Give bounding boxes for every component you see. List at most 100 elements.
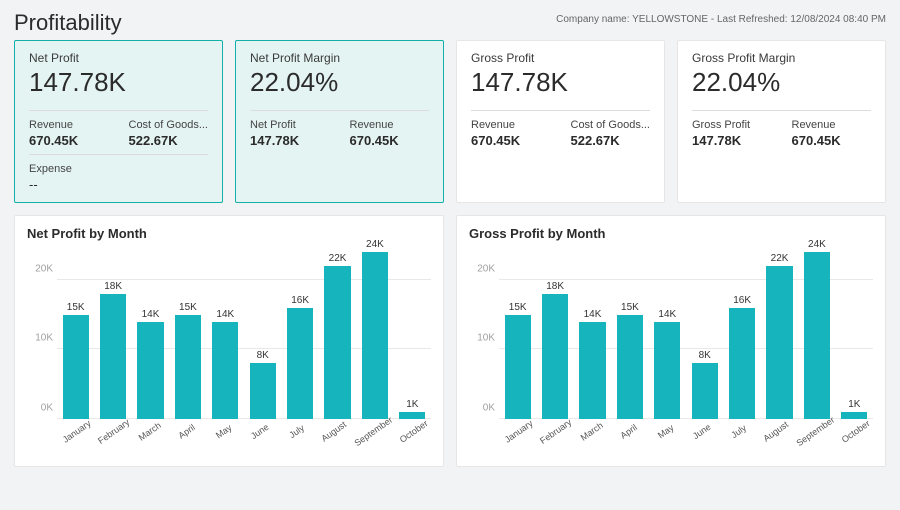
sub-value: 522.67K	[129, 133, 209, 148]
bar-column: 14K	[132, 309, 169, 419]
bar-column: 22K	[319, 253, 356, 419]
chart-net-profit-by-month[interactable]: Net Profit by Month 0K10K20K 15K18K14K15…	[14, 215, 444, 467]
data-label: 14K	[658, 309, 676, 320]
data-label: 14K	[584, 309, 602, 320]
bar[interactable]	[399, 412, 425, 419]
bars: 15K18K14K15K14K8K16K22K24K1K	[499, 245, 873, 419]
bar[interactable]	[766, 266, 792, 419]
divider	[471, 110, 650, 111]
sub-label: Cost of Goods...	[129, 119, 209, 131]
data-label: 22K	[771, 253, 789, 264]
data-label: 1K	[406, 399, 418, 410]
bar[interactable]	[63, 315, 89, 419]
sub-value: 670.45K	[350, 133, 430, 148]
bar-column: 14K	[649, 309, 686, 419]
bar-column: 15K	[611, 302, 648, 419]
bar[interactable]	[100, 294, 126, 419]
refreshed-label: Last Refreshed:	[717, 14, 788, 25]
kpi-gross-group: Gross Profit 147.78K Revenue670.45K Cost…	[456, 40, 886, 203]
data-label: 1K	[848, 399, 860, 410]
bar-column: 24K	[798, 239, 835, 419]
bar[interactable]	[362, 252, 388, 419]
divider	[29, 110, 208, 111]
bar-column: 22K	[761, 253, 798, 419]
charts-row: Net Profit by Month 0K10K20K 15K18K14K15…	[14, 215, 886, 467]
y-axis: 0K10K20K	[27, 245, 55, 445]
kpi-card-net-profit-margin[interactable]: Net Profit Margin 22.04% Net Profit147.7…	[235, 40, 444, 203]
bar[interactable]	[137, 322, 163, 419]
bar[interactable]	[841, 412, 867, 419]
data-label: 16K	[733, 295, 751, 306]
y-tick-label: 10K	[35, 333, 53, 344]
bar-column: 8K	[244, 350, 281, 419]
chart-gross-profit-by-month[interactable]: Gross Profit by Month 0K10K20K 15K18K14K…	[456, 215, 886, 467]
kpi-title: Gross Profit	[471, 51, 650, 65]
kpi-title: Net Profit	[29, 51, 208, 65]
kpi-net-group: Net Profit 147.78K Revenue 670.45K Cost o…	[14, 40, 444, 203]
x-tick-label: October	[396, 417, 441, 459]
bar[interactable]	[617, 315, 643, 419]
y-tick-label: 20K	[477, 263, 495, 274]
sub-label: Expense	[29, 163, 208, 175]
x-axis: JanuaryFebruaryMarchAprilMayJuneJulyAugu…	[57, 419, 431, 445]
data-label: 15K	[509, 302, 527, 313]
bar[interactable]	[804, 252, 830, 419]
data-label: 15K	[179, 302, 197, 313]
data-label: 24K	[366, 239, 384, 250]
kpi-row: Net Profit 147.78K Revenue 670.45K Cost o…	[14, 40, 886, 203]
data-label: 14K	[142, 309, 160, 320]
sub-label: Revenue	[29, 119, 109, 131]
sub-value: 670.45K	[29, 133, 109, 148]
bar[interactable]	[692, 363, 718, 419]
sub-value: 147.78K	[692, 133, 772, 148]
kpi-value: 147.78K	[29, 67, 208, 98]
divider	[29, 154, 208, 155]
data-label: 24K	[808, 239, 826, 250]
kpi-card-net-profit[interactable]: Net Profit 147.78K Revenue 670.45K Cost o…	[14, 40, 223, 203]
bar[interactable]	[212, 322, 238, 419]
plot-area: 15K18K14K15K14K8K16K22K24K1K JanuaryFebr…	[499, 245, 873, 445]
divider	[692, 110, 871, 111]
refreshed-time: 12/08/2024 08:40 PM	[790, 14, 886, 25]
bars: 15K18K14K15K14K8K16K22K24K1K	[57, 245, 431, 419]
data-label: 8K	[699, 350, 711, 361]
kpi-card-gross-profit[interactable]: Gross Profit 147.78K Revenue670.45K Cost…	[456, 40, 665, 203]
divider	[250, 110, 429, 111]
bar-column: 15K	[499, 302, 536, 419]
sub-label: Cost of Goods...	[571, 119, 651, 131]
bar[interactable]	[579, 322, 605, 419]
bar-column: 8K	[686, 350, 723, 419]
data-label: 14K	[216, 309, 234, 320]
kpi-value: 147.78K	[471, 67, 650, 98]
bar[interactable]	[287, 308, 313, 419]
bar[interactable]	[250, 363, 276, 419]
kpi-title: Gross Profit Margin	[692, 51, 871, 65]
page-title: Profitability	[14, 10, 122, 36]
bar[interactable]	[654, 322, 680, 419]
bar-column: 18K	[536, 281, 573, 419]
company-label: Company name:	[556, 14, 629, 25]
kpi-title: Net Profit Margin	[250, 51, 429, 65]
x-tick-label: October	[838, 417, 883, 459]
y-tick-label: 0K	[41, 403, 53, 414]
bar-column: 15K	[169, 302, 206, 419]
company-name: YELLOWSTONE	[632, 14, 708, 25]
data-label: 16K	[291, 295, 309, 306]
bar[interactable]	[175, 315, 201, 419]
sub-label: Revenue	[350, 119, 430, 131]
sub-value: 522.67K	[571, 133, 651, 148]
plot-area: 15K18K14K15K14K8K16K22K24K1K JanuaryFebr…	[57, 245, 431, 445]
bar[interactable]	[542, 294, 568, 419]
refresh-info: Company name: YELLOWSTONE - Last Refresh…	[556, 10, 886, 25]
data-label: 22K	[329, 253, 347, 264]
data-label: 8K	[257, 350, 269, 361]
sub-label: Gross Profit	[692, 119, 772, 131]
y-tick-label: 0K	[483, 403, 495, 414]
kpi-card-gross-profit-margin[interactable]: Gross Profit Margin 22.04% Gross Profit1…	[677, 40, 886, 203]
bar[interactable]	[729, 308, 755, 419]
bar[interactable]	[324, 266, 350, 419]
chart-frame: 0K10K20K 15K18K14K15K14K8K16K22K24K1K Ja…	[27, 245, 431, 445]
dashboard-page: Profitability Company name: YELLOWSTONE …	[0, 0, 900, 510]
bar[interactable]	[505, 315, 531, 419]
sub-value: 670.45K	[792, 133, 872, 148]
